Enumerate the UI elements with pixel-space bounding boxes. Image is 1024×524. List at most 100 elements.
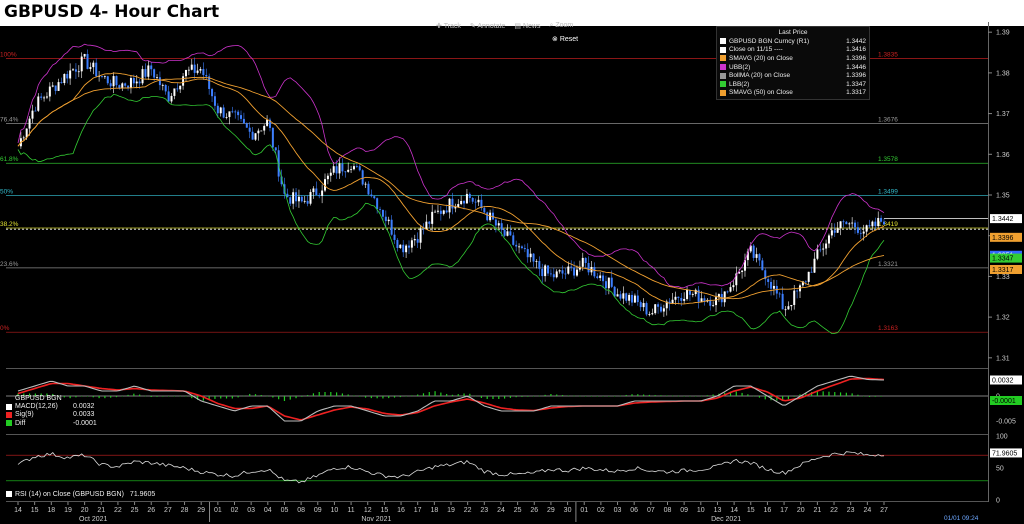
x-tick-label: 14: [730, 507, 738, 514]
macd-legend-item: Sig(9) 0.0033: [6, 411, 97, 419]
candle-body: [103, 76, 106, 78]
candle-body: [874, 221, 877, 227]
macd-histogram-bar: [498, 396, 500, 399]
candle-body: [741, 270, 744, 272]
candle-body: [683, 298, 686, 301]
x-tick-label: 15: [31, 507, 39, 514]
track-button[interactable]: ✚ Track: [436, 22, 461, 30]
candle-body: [318, 195, 321, 197]
zoom-button[interactable]: ⌕ Zoom: [549, 22, 573, 30]
macd-histogram-bar: [98, 396, 100, 399]
macd-histogram-bar: [683, 396, 685, 397]
chart-canvas[interactable]: 1.391.381.371.361.351.341.331.321.31100%…: [0, 0, 1024, 524]
macd-histogram-bar: [451, 394, 454, 396]
candle-body: [483, 208, 486, 213]
x-tick-label: 25: [514, 507, 522, 514]
candle-body: [399, 244, 402, 248]
macd-histogram-bar: [868, 396, 871, 397]
candle-body: [651, 313, 654, 315]
candle-body: [92, 62, 95, 68]
candle-body: [813, 258, 816, 273]
candle-body: [109, 83, 112, 87]
x-tick-label: 12: [364, 507, 372, 514]
candle-body: [347, 169, 350, 172]
annotate-button[interactable]: ✎ Annotate: [470, 22, 505, 30]
candle-body: [633, 295, 636, 303]
candle-body: [529, 253, 532, 258]
candle-body: [451, 198, 454, 209]
macd-histogram-bar: [249, 393, 251, 396]
legend-swatch: [720, 38, 726, 45]
candle-body: [231, 111, 234, 113]
macd-histogram-bar: [225, 396, 228, 399]
candle-body: [642, 303, 645, 308]
macd-histogram-bar: [457, 394, 459, 396]
month-label: Dec 2021: [711, 516, 741, 523]
macd-histogram-bar: [469, 393, 471, 396]
macd-histogram-bar: [179, 396, 181, 397]
macd-histogram-bar: [318, 392, 320, 396]
macd-histogram-bar: [822, 391, 824, 396]
candle-body: [796, 290, 799, 292]
legend-value: 1.3416: [846, 46, 866, 54]
candle-body: [138, 81, 141, 84]
macd-signal-line: [17, 377, 885, 421]
candle-body: [552, 274, 555, 278]
candle-body: [213, 96, 216, 106]
x-tick-label: 10: [331, 507, 339, 514]
reset-button[interactable]: ⊗ Reset: [552, 35, 578, 43]
x-tick-label: 29: [547, 507, 555, 514]
candle-body: [271, 127, 274, 148]
rsi-legend-label: RSI (14) on Close (GBPUSD BGN): [15, 490, 124, 498]
candle-body: [370, 194, 373, 197]
candle-body: [770, 281, 773, 289]
candle-body: [205, 74, 208, 77]
macd-histogram-bar: [139, 394, 141, 396]
fib-level-percent: 61.8%: [0, 156, 19, 163]
macd-histogram-bar: [608, 396, 610, 397]
legend-value: 1.3442: [846, 37, 866, 45]
candle-body: [31, 110, 34, 119]
candle-body: [106, 76, 109, 84]
macd-histogram-bar: [550, 394, 552, 396]
candle-body: [631, 294, 634, 303]
macd-histogram-bar: [660, 395, 662, 396]
candle-body: [43, 97, 46, 99]
fib-level-percent: 38.2%: [0, 221, 19, 228]
candle-body: [564, 273, 567, 275]
candle-body: [263, 125, 266, 131]
candle-body: [182, 76, 185, 86]
macd-histogram-bar: [422, 393, 425, 396]
candle-body: [147, 65, 150, 77]
candle-body: [57, 82, 60, 91]
candle-body: [335, 166, 338, 174]
x-tick-label: 02: [597, 507, 605, 514]
macd-histogram-bar: [880, 396, 882, 397]
macd-histogram-bar: [532, 396, 535, 397]
candle-body: [845, 221, 848, 225]
macd-histogram-bar: [521, 396, 523, 397]
macd-histogram-bar: [671, 395, 674, 397]
fib-level-value: 1.3163: [878, 325, 898, 332]
macd-histogram-bar: [417, 394, 419, 396]
macd-histogram-bar: [747, 394, 749, 396]
x-tick-label: 29: [197, 507, 205, 514]
candle-body: [674, 296, 677, 300]
x-tick-label: 26: [147, 507, 155, 514]
macd-histogram-bar: [382, 396, 384, 399]
x-tick-label: 15: [747, 507, 755, 514]
news-button[interactable]: ▤ News: [514, 22, 540, 30]
x-tick-label: 22: [114, 507, 122, 514]
macd-histogram-bar: [231, 396, 233, 399]
macd-histogram-bar: [538, 395, 540, 397]
candle-body: [793, 290, 796, 305]
macd-histogram-bar: [527, 396, 529, 397]
annotate-label: Annotate: [477, 23, 506, 30]
macd-histogram-bar: [666, 395, 668, 396]
candle-body: [379, 209, 382, 210]
macd-histogram-bar: [561, 395, 564, 396]
rsi-tick-label: 100: [996, 434, 1008, 441]
x-tick-label: 08: [664, 507, 672, 514]
sma-50-line: [17, 76, 885, 300]
macd-histogram-bar: [857, 394, 859, 396]
